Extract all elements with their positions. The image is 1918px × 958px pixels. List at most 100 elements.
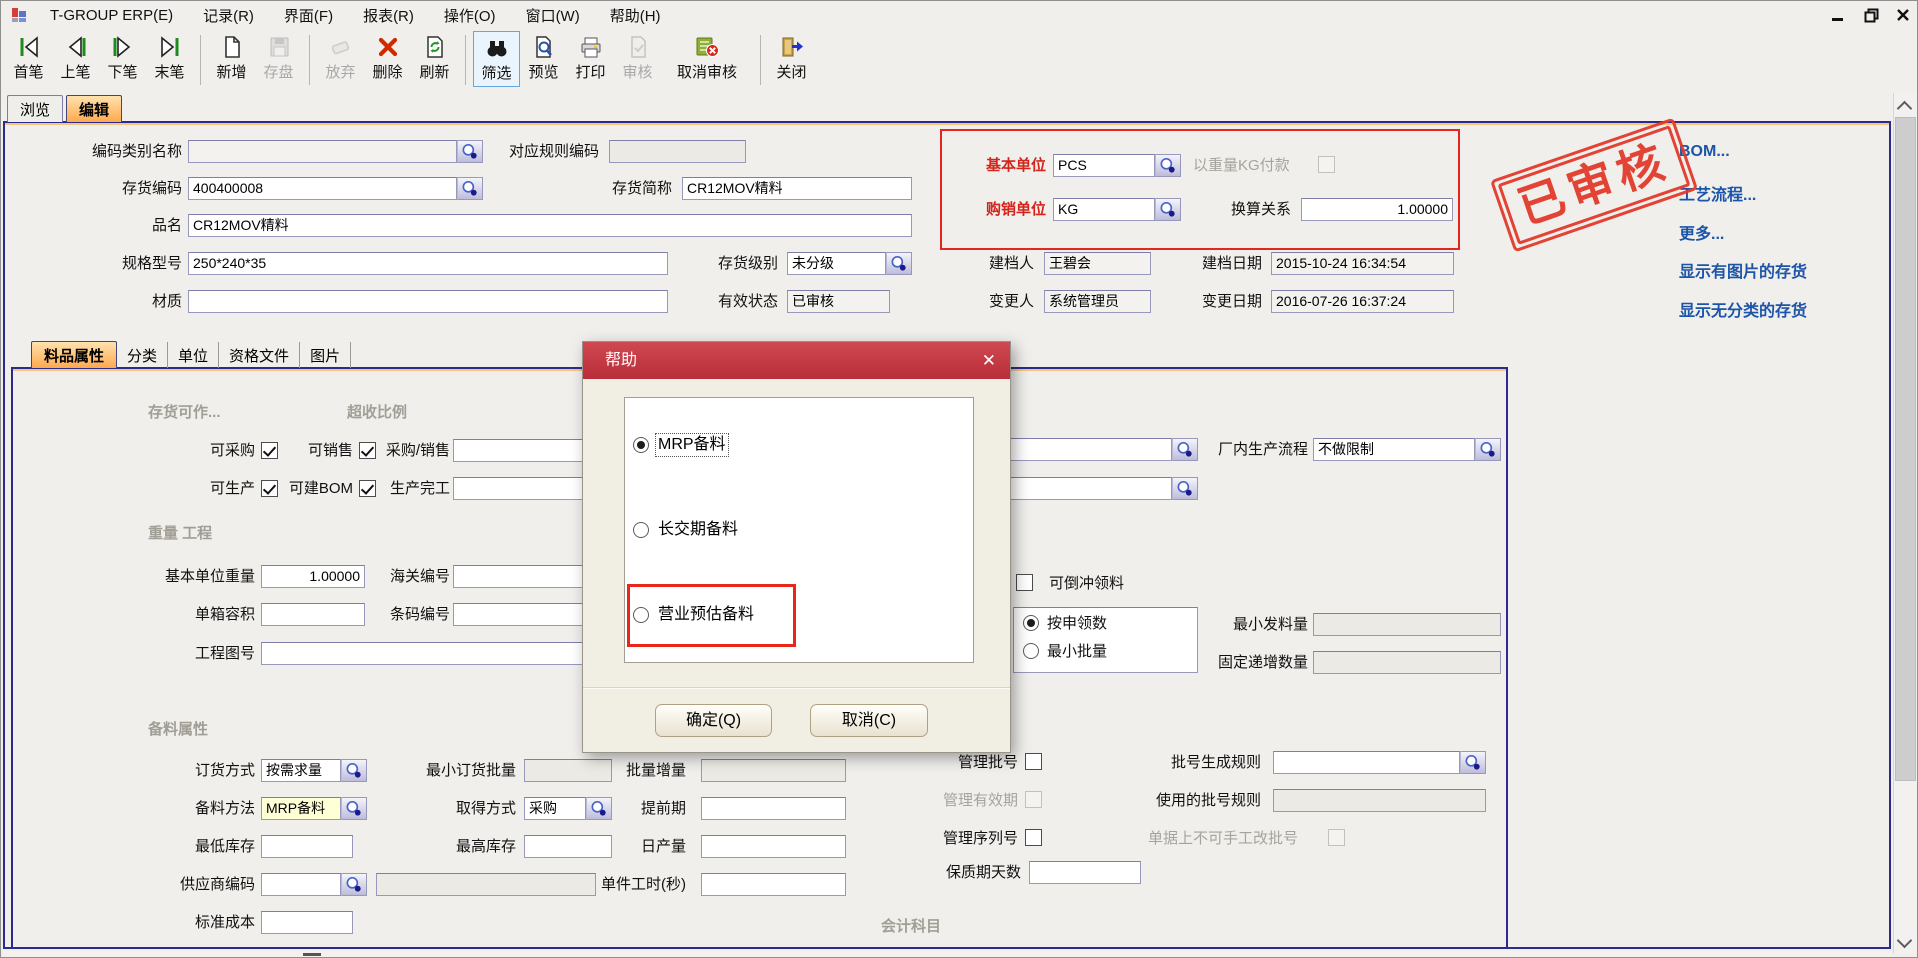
tab-pictures[interactable]: 图片 (300, 342, 351, 368)
long-leadtime-radio[interactable] (633, 522, 649, 538)
menu-item-help[interactable]: 帮助(H) (610, 5, 661, 26)
level-field[interactable]: 未分级 (787, 252, 886, 275)
order-mode-field[interactable]: 按需求量 (261, 759, 341, 782)
std-cost-field[interactable] (261, 911, 353, 934)
customs-code-field[interactable] (453, 565, 596, 588)
close-button[interactable] (1891, 5, 1915, 25)
by-request-radio[interactable] (1023, 615, 1039, 631)
tab-item-attributes[interactable]: 料品属性 (31, 341, 117, 368)
unit-highlight-box (940, 129, 1460, 250)
batch-rule-lookup-button[interactable] (1460, 751, 1486, 774)
last-record-button[interactable]: 末笔 (146, 31, 193, 87)
tab-classification[interactable]: 分类 (117, 342, 168, 368)
material-label: 材质 (41, 290, 182, 313)
supplier-lookup-button[interactable] (341, 873, 367, 896)
restriction1-lookup-button[interactable] (1172, 438, 1198, 461)
shelf-days-field[interactable] (1029, 861, 1141, 884)
new-button[interactable]: 新增 (208, 31, 255, 87)
filter-button[interactable]: 筛选 (473, 31, 520, 87)
batch-rule-field[interactable] (1273, 751, 1460, 774)
item-code-lookup-button[interactable] (457, 177, 483, 200)
prod-finish-ratio-field[interactable] (453, 477, 596, 500)
restriction2-lookup-button[interactable] (1172, 477, 1198, 500)
menu-item-record[interactable]: 记录(R) (203, 5, 254, 26)
level-lookup-button[interactable] (886, 252, 912, 275)
toolbar-separator (309, 35, 310, 85)
ok-button[interactable]: 确定(Q) (655, 704, 772, 737)
item-abbr-field[interactable]: CR12MOV精料 (682, 177, 912, 200)
backflush-checkbox[interactable] (1016, 574, 1033, 591)
menu-item-app[interactable]: T-GROUP ERP(E) (50, 7, 173, 24)
tab-browse[interactable]: 浏览 (7, 95, 63, 122)
account-group-heading: 会计科目 (881, 915, 941, 936)
prep-method-lookup-button[interactable] (341, 797, 367, 820)
first-record-button[interactable]: 首笔 (5, 31, 52, 87)
factory-flow-lookup-button[interactable] (1475, 438, 1501, 461)
audit-button: 审核 (614, 31, 661, 87)
factory-flow-field[interactable]: 不做限制 (1313, 438, 1475, 461)
drawing-no-field[interactable] (261, 642, 596, 665)
link-more[interactable]: 更多... (1679, 220, 1724, 244)
horizontal-scrollbar[interactable] (3, 951, 1891, 958)
link-show-unclassified[interactable]: 显示无分类的存货 (1679, 297, 1807, 321)
exit-button[interactable]: 关闭 (768, 31, 815, 87)
box-volume-label: 单箱容积 (135, 603, 255, 626)
code-category-lookup-button[interactable] (457, 140, 483, 163)
prev-record-button[interactable]: 上笔 (52, 31, 99, 87)
acquire-mode-field[interactable]: 采购 (524, 797, 586, 820)
restore-button[interactable] (1859, 5, 1883, 25)
menu-item-report[interactable]: 报表(R) (363, 5, 414, 26)
dialog-close-button[interactable]: ✕ (982, 342, 996, 379)
menu-item-window[interactable]: 窗口(W) (526, 5, 580, 26)
create-date-field: 2015-10-24 16:34:54 (1271, 252, 1454, 275)
daily-output-field[interactable] (701, 835, 846, 858)
supplier-code-field[interactable] (261, 873, 341, 896)
fixed-increment-label: 固定递增数量 (1204, 651, 1308, 674)
tab-edit[interactable]: 编辑 (66, 95, 122, 122)
item-name-field[interactable]: CR12MOV精料 (188, 214, 912, 237)
min-stock-field[interactable] (261, 835, 353, 858)
menu-item-interface[interactable]: 界面(F) (284, 5, 333, 26)
horizontal-scrollbar-thumb[interactable] (303, 953, 321, 956)
vertical-scrollbar-thumb[interactable] (1895, 117, 1916, 781)
menu-item-operate[interactable]: 操作(O) (444, 5, 496, 26)
tab-units[interactable]: 单位 (168, 342, 219, 368)
manage-serial-checkbox[interactable] (1025, 829, 1042, 846)
acquire-mode-lookup-button[interactable] (586, 797, 612, 820)
lead-time-field[interactable] (701, 797, 846, 820)
mrp-prep-radio[interactable] (633, 437, 649, 453)
material-field[interactable] (188, 290, 668, 313)
preview-button[interactable]: 预览 (520, 31, 567, 87)
delete-button[interactable]: 删除 (364, 31, 411, 87)
item-code-field[interactable]: 400400008 (188, 177, 457, 200)
cancel-audit-button[interactable]: 取消审核 (661, 31, 753, 87)
unit-hours-field[interactable] (701, 873, 846, 896)
prep-method-field[interactable]: MRP备料 (261, 797, 341, 820)
manage-batch-checkbox[interactable] (1025, 753, 1042, 770)
lookup-icon (889, 254, 909, 273)
base-unit-lookup-button[interactable] (1155, 154, 1181, 177)
lookup-icon (1478, 440, 1498, 459)
link-show-with-picture[interactable]: 显示有图片的存货 (1679, 258, 1807, 282)
tab-qualification-files[interactable]: 资格文件 (219, 342, 300, 368)
trade-unit-lookup-button[interactable] (1155, 198, 1181, 221)
long-leadtime-option-label[interactable]: 长交期备料 (658, 519, 738, 541)
spec-field[interactable]: 250*240*35 (188, 252, 668, 275)
mrp-prep-option-label[interactable]: MRP备料 (656, 434, 728, 456)
barcode-field[interactable] (453, 603, 596, 626)
sales-forecast-radio[interactable] (633, 607, 649, 623)
purchase-sale-ratio-field[interactable] (453, 439, 596, 462)
print-button[interactable]: 打印 (567, 31, 614, 87)
code-category-field[interactable] (188, 140, 457, 163)
min-issue-label: 最小发料量 (1208, 613, 1308, 636)
exit-door-icon (778, 33, 806, 61)
cancel-button[interactable]: 取消(C) (810, 704, 928, 737)
next-record-button[interactable]: 下笔 (99, 31, 146, 87)
order-mode-lookup-button[interactable] (341, 759, 367, 782)
min-batch-radio[interactable] (1023, 643, 1039, 659)
std-cost-label: 标准成本 (135, 911, 255, 934)
minimize-button[interactable] (1825, 5, 1849, 25)
refresh-button[interactable]: 刷新 (411, 31, 458, 87)
supplier-code-label: 供应商编码 (135, 873, 255, 896)
spec-label: 规格型号 (41, 252, 182, 275)
